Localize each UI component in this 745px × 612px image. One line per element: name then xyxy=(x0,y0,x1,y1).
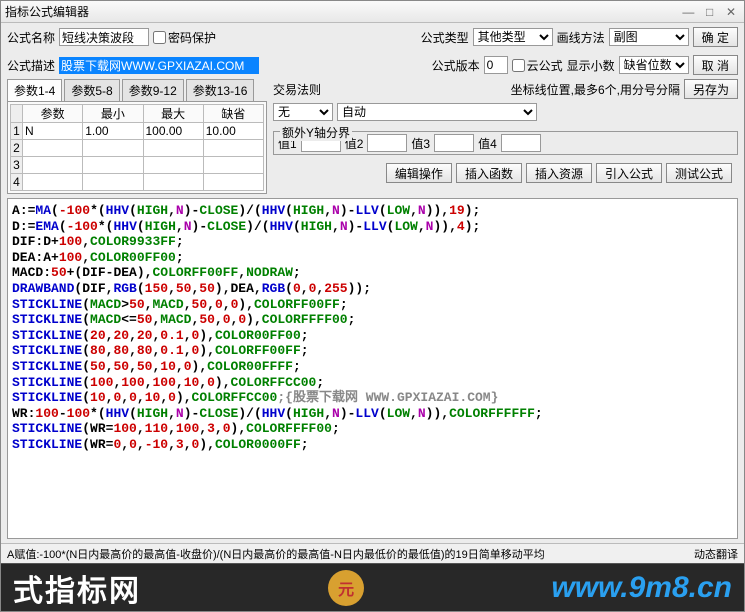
coin-icon: 元 xyxy=(328,570,364,606)
cloud-checkbox[interactable]: 云公式 xyxy=(512,57,563,74)
v3-input[interactable] xyxy=(434,134,474,152)
v2-input[interactable] xyxy=(367,134,407,152)
password-checkbox[interactable]: 密码保护 xyxy=(153,29,216,46)
label-version: 公式版本 xyxy=(432,57,480,74)
param-def-2[interactable] xyxy=(204,140,263,156)
v4-input[interactable] xyxy=(501,134,541,152)
status-right: 动态翻译 xyxy=(694,546,738,562)
minimize-icon[interactable]: — xyxy=(679,5,697,19)
param-name-1[interactable] xyxy=(23,123,82,139)
type-select[interactable]: 其他类型 xyxy=(473,28,553,46)
label-name: 公式名称 xyxy=(7,29,55,46)
label-tradelaw: 交易法则 xyxy=(273,81,321,98)
tradelaw-select[interactable]: 无 xyxy=(273,103,333,121)
param-min-3[interactable] xyxy=(83,157,142,173)
version-input[interactable] xyxy=(484,56,508,74)
param-min-2[interactable] xyxy=(83,140,142,156)
code-editor[interactable]: A:=MA(-100*(HHV(HIGH,N)-CLOSE)/(HHV(HIGH… xyxy=(7,198,738,539)
cancel-button[interactable]: 取 消 xyxy=(693,55,738,75)
statusbar: A赋值:-100*(N日内最高价的最高值-收盘价)/(N日内最高价的最高值-N日… xyxy=(1,543,744,563)
label-desc: 公式描述 xyxy=(7,57,55,74)
param-max-3[interactable] xyxy=(144,157,203,173)
test-button[interactable]: 测试公式 xyxy=(666,163,732,183)
param-def-4[interactable] xyxy=(204,174,263,190)
insert-res-button[interactable]: 插入资源 xyxy=(526,163,592,183)
param-name-3[interactable] xyxy=(23,157,82,173)
tab-params-13-16[interactable]: 参数13-16 xyxy=(186,79,255,101)
extra-axis-group: 额外Y轴分界 值1 值2 值3 值4 xyxy=(273,131,738,155)
window-title: 指标公式编辑器 xyxy=(5,3,679,20)
param-grid: 参数最小最大缺省 1234 xyxy=(7,102,267,194)
ok-button[interactable]: 确 定 xyxy=(693,27,738,47)
titlebar: 指标公式编辑器 — □ ✕ xyxy=(1,1,744,23)
status-text: A赋值:-100*(N日内最高价的最高值-收盘价)/(N日内最高价的最高值-N日… xyxy=(7,546,686,562)
tab-params-9-12[interactable]: 参数9-12 xyxy=(122,79,184,101)
drawmethod-select[interactable]: 副图 xyxy=(609,28,689,46)
param-def-1[interactable] xyxy=(204,123,263,139)
maximize-icon[interactable]: □ xyxy=(701,5,719,19)
tab-params-1-4[interactable]: 参数1-4 xyxy=(7,79,62,101)
name-input[interactable] xyxy=(59,28,149,46)
param-max-1[interactable] xyxy=(144,123,203,139)
insert-func-button[interactable]: 插入函数 xyxy=(456,163,522,183)
param-max-2[interactable] xyxy=(144,140,203,156)
label-coordnote: 坐标线位置,最多6个,用分号分隔 xyxy=(511,81,680,98)
param-tabs: 参数1-4 参数5-8 参数9-12 参数13-16 xyxy=(7,79,267,102)
watermark: 式指标网 元 www.9m8.cn xyxy=(1,563,744,611)
label-drawmethod: 画线方法 xyxy=(557,29,605,46)
param-def-3[interactable] xyxy=(204,157,263,173)
param-name-2[interactable] xyxy=(23,140,82,156)
param-max-4[interactable] xyxy=(144,174,203,190)
import-button[interactable]: 引入公式 xyxy=(596,163,662,183)
param-min-4[interactable] xyxy=(83,174,142,190)
tab-params-5-8[interactable]: 参数5-8 xyxy=(64,79,119,101)
label-showdec: 显示小数 xyxy=(567,57,615,74)
desc-input[interactable]: 股票下载网WWW.GPXIAZAI.COM xyxy=(59,57,259,74)
showdec-select[interactable]: 缺省位数 xyxy=(619,56,689,74)
close-icon[interactable]: ✕ xyxy=(722,5,740,19)
saveas-button[interactable]: 另存为 xyxy=(684,79,738,99)
param-name-4[interactable] xyxy=(23,174,82,190)
label-type: 公式类型 xyxy=(421,29,469,46)
param-min-1[interactable] xyxy=(83,123,142,139)
auto-select[interactable]: 自动 xyxy=(337,103,537,121)
edit-button[interactable]: 编辑操作 xyxy=(386,163,452,183)
